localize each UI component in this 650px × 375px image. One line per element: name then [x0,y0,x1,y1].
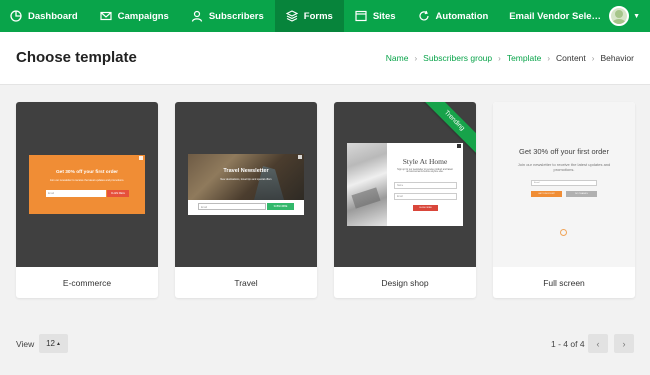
preview-name-input: Name [394,182,457,189]
layers-icon [285,10,298,22]
preview-button: SUBSCRIBE [413,205,438,211]
template-preview: Get 30% off your first order Join our ne… [493,102,635,267]
chevron-right-icon: › [547,53,550,63]
view-label: View [16,339,35,349]
nav-campaigns-label: Campaigns [117,10,169,22]
nav-dashboard[interactable]: Dashboard [0,0,89,32]
product-image [347,143,387,226]
dashboard-icon [10,10,22,22]
template-preview: Trending Style At Home Sign up for our n… [334,102,476,267]
preview-text: New destinations, travel tips and specia… [220,178,272,181]
user-icon [191,10,202,22]
breadcrumb: Name › Subscribers group › Template › Co… [386,53,634,63]
breadcrumb-name[interactable]: Name [386,53,409,63]
chevron-right-icon: › [414,53,418,63]
template-card-ecommerce[interactable]: Get 30% off your first order Join our ne… [16,102,158,298]
template-card-full-screen[interactable]: Get 30% off your first order Join our ne… [493,102,635,298]
preview-heading: Get 30% off your first order [55,170,119,175]
page-size-value: 12 [46,339,55,348]
breadcrumb-content: Content [555,53,586,63]
template-label: Travel [234,277,258,288]
previous-page-button[interactable]: ‹ [588,334,608,353]
preview-text: Join our newsletter to receive the lates… [49,179,125,182]
next-page-button[interactable]: › [614,334,634,353]
nav-forms[interactable]: Forms [274,0,344,32]
breadcrumb-template[interactable]: Template [507,53,542,63]
account-name: Email Vendor Sele… [509,10,602,22]
preview-input: Email [46,190,106,197]
envelope-icon [100,11,112,21]
close-icon [457,144,461,148]
top-nav: Dashboard Campaigns Subscribers Forms Si… [0,0,650,32]
nav-subscribers[interactable]: Subscribers [180,0,275,32]
browser-icon [355,10,367,22]
chevron-right-icon: › [498,53,501,63]
avatar [609,6,630,26]
template-card-design-shop[interactable]: Trending Style At Home Sign up for our n… [334,102,476,298]
preview-text: Join our newsletter to receive the lates… [517,162,611,172]
breadcrumb-behavior: Behavior [600,53,634,63]
nav-sites-label: Sites [372,10,396,22]
template-card-travel[interactable]: Travel Newsletter New destinations, trav… [175,102,317,298]
nav-subscribers-label: Subscribers [208,10,264,22]
nav-campaigns[interactable]: Campaigns [89,0,180,32]
preview-button: SUBSCRIBE [267,203,294,210]
account-menu[interactable]: Email Vendor Sele… ▼ [509,0,650,32]
template-preview: Get 30% off your first order Join our ne… [16,102,158,267]
nav-automation-label: Automation [435,10,489,22]
template-grid: Get 30% off your first order Join our ne… [16,102,635,298]
template-label: Design shop [381,277,429,288]
chevron-down-icon: ▼ [633,12,640,20]
preview-heading: Get 30% off your first order [519,147,609,156]
template-preview: Travel Newsletter New destinations, trav… [175,102,317,267]
refresh-icon [418,10,429,21]
breadcrumb-subscribers-group[interactable]: Subscribers group [423,53,492,63]
popup-preview: Style At Home Sign up for our newsletter… [347,143,463,226]
pagination-range: 1 - 4 of 4 [551,339,585,349]
landscape-image [188,154,304,200]
nav-sites[interactable]: Sites [344,0,407,32]
circle-icon [560,229,567,236]
page-title: Choose template [16,49,137,66]
nav-dashboard-label: Dashboard [28,10,78,22]
caret-updown-icon: ▲ [55,340,61,347]
chevron-right-icon: › [591,53,595,63]
popup-preview: Travel Newsletter New destinations, trav… [188,154,304,215]
preview-heading: Style At Home [402,157,448,166]
preview-secondary-button: NO THANKS [566,191,597,197]
popup-preview: Get 30% off your first order Join our ne… [29,155,145,214]
nav-automation[interactable]: Automation [407,0,500,32]
preview-heading: Travel Newsletter [223,168,269,174]
page-header: Choose template Name › Subscribers group… [0,32,650,85]
close-icon [139,156,143,160]
page-size-select[interactable]: 12 ▲ [39,334,68,353]
close-icon [298,155,302,159]
template-label: Full screen [543,277,585,288]
preview-input: Email [531,180,597,186]
preview-primary-button: GET DISCOUNT [531,191,562,197]
nav-forms-label: Forms [303,10,333,22]
template-label: E-commerce [62,277,112,288]
preview-input: Email [198,203,266,210]
chevron-right-icon: › [622,338,626,349]
preview-button: CLAIM DEAL [107,190,129,197]
preview-email-input: Email [394,193,457,200]
preview-text: Sign up for our newsletter to receive pr… [397,169,453,173]
chevron-left-icon: ‹ [596,338,600,349]
